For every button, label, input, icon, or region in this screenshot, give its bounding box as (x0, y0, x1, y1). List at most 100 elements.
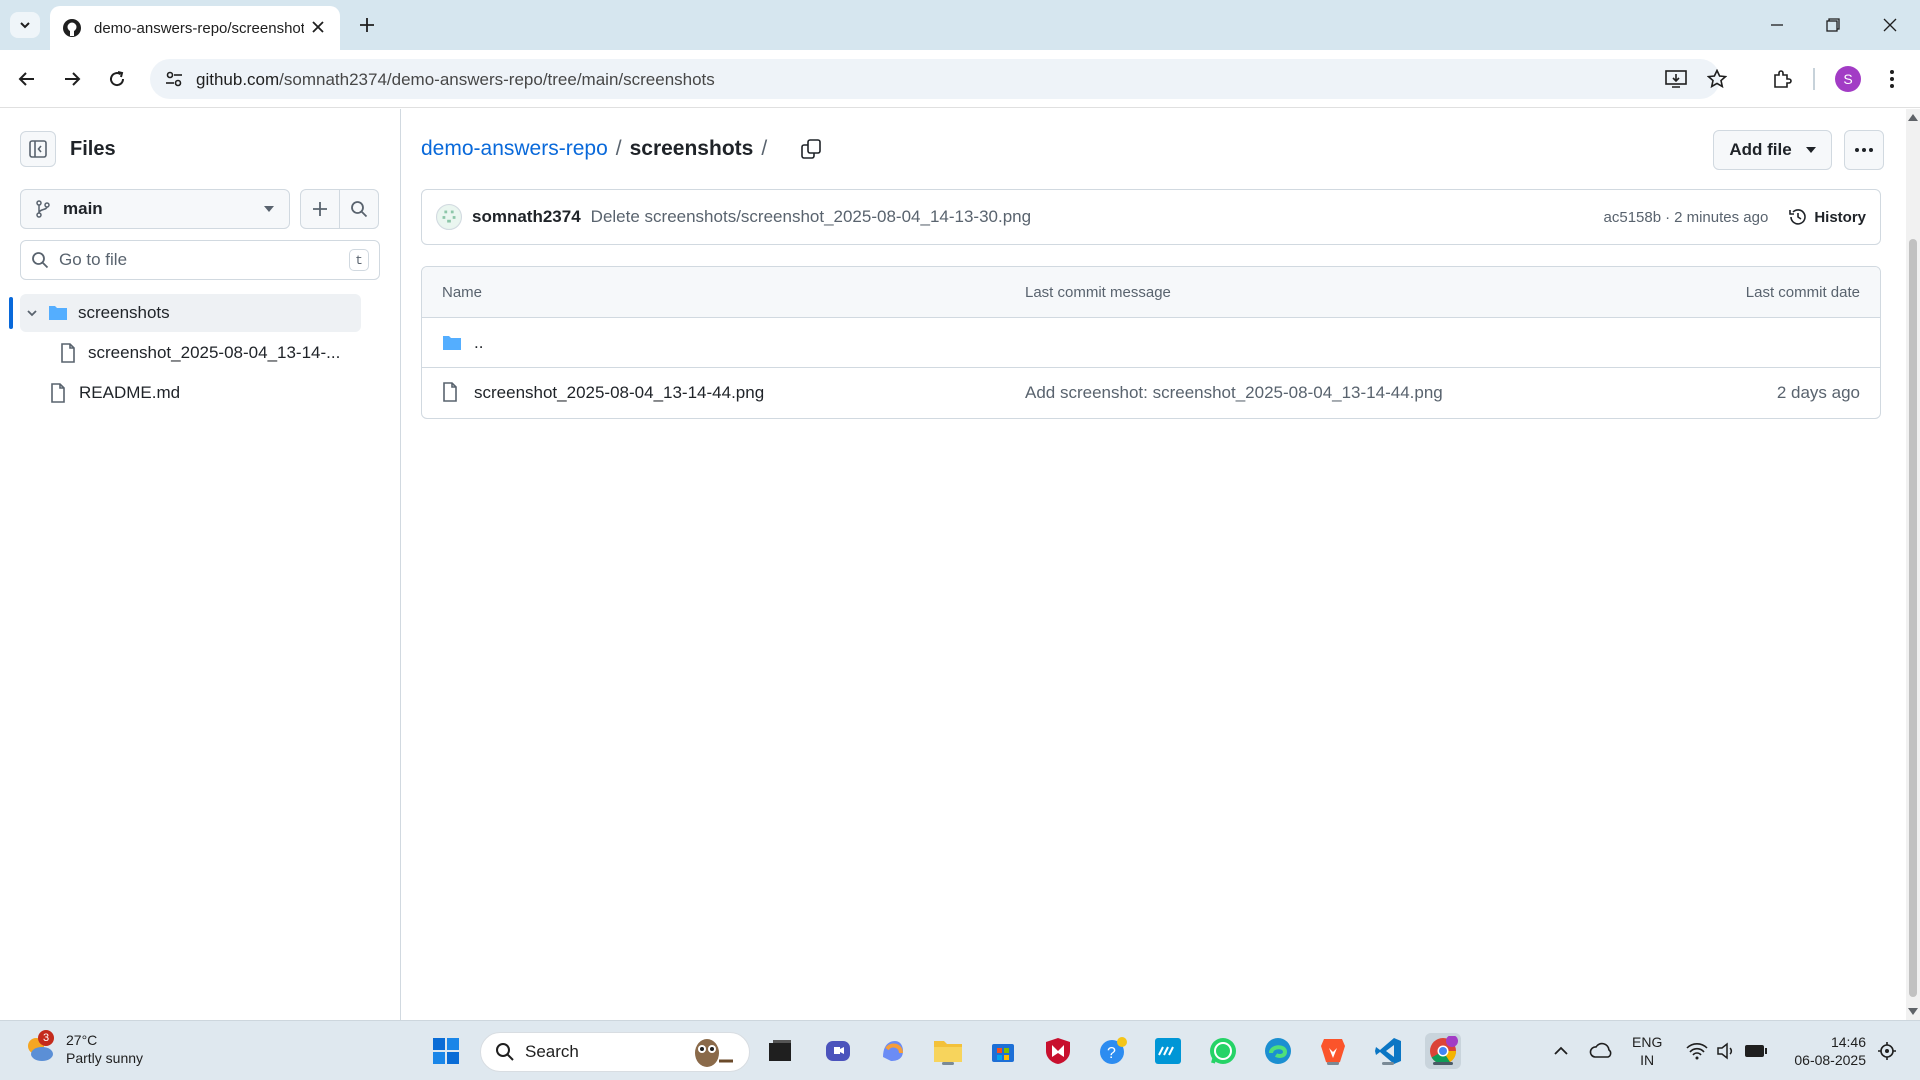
show-hidden-icons-button[interactable] (1543, 1033, 1579, 1069)
browser-toolbar: github.com/somnath2374/demo-answers-repo… (0, 50, 1920, 108)
copilot-icon[interactable] (875, 1033, 911, 1069)
file-icon (51, 383, 65, 403)
commit-message[interactable]: Delete screenshots/screenshot_2025-08-04… (591, 207, 1604, 227)
back-button[interactable] (11, 63, 43, 95)
battery-tray-icon[interactable] (1738, 1033, 1774, 1069)
add-file-sidebar-button[interactable] (300, 189, 340, 229)
vscode-icon[interactable] (1370, 1033, 1406, 1069)
file-commit-message[interactable]: Add screenshot: screenshot_2025-08-04_13… (1025, 383, 1443, 403)
breadcrumb-repo-link[interactable]: demo-answers-repo (421, 137, 608, 161)
temperature: 27°C (66, 1032, 98, 1048)
history-button[interactable]: History (1788, 207, 1866, 227)
forward-button[interactable] (56, 63, 88, 95)
restore-button[interactable] (1813, 10, 1853, 40)
file-name-link[interactable]: screenshot_2025-08-04_13-14-44.png (474, 383, 764, 403)
clock-time: 14:46 (1830, 1034, 1866, 1050)
weather-widget[interactable]: 3 27°C Partly sunny (22, 1030, 143, 1067)
bookmark-button[interactable] (1701, 63, 1733, 95)
file-explorer-icon[interactable] (930, 1033, 966, 1069)
table-row[interactable]: screenshot_2025-08-04_13-14-44.png Add s… (422, 368, 1880, 418)
url-text: github.com/somnath2374/demo-answers-repo… (196, 70, 715, 90)
tree-item-label: screenshots (78, 303, 170, 322)
breadcrumb: demo-answers-repo / screenshots / (421, 137, 821, 161)
more-options-button[interactable] (1844, 130, 1884, 170)
go-to-file-field[interactable]: t (20, 240, 380, 280)
help-app-icon[interactable]: ? (1095, 1033, 1131, 1069)
myhp-icon[interactable] (1150, 1033, 1186, 1069)
branch-selector[interactable]: main (20, 189, 290, 229)
help-icon: ? (1100, 1037, 1127, 1064)
commit-time: 2 minutes ago (1674, 208, 1769, 226)
commit-sha[interactable]: ac5158b (1604, 209, 1662, 226)
add-file-button[interactable]: Add file (1713, 130, 1832, 170)
toolbar-divider (1813, 68, 1815, 90)
active-indicator (1433, 1062, 1453, 1065)
scroll-up-icon[interactable] (1908, 113, 1918, 121)
onedrive-tray-icon[interactable] (1583, 1033, 1619, 1069)
tree-item-readme[interactable]: README.md (50, 374, 350, 412)
edge-icon[interactable] (1260, 1033, 1296, 1069)
close-icon[interactable] (310, 19, 326, 35)
notifications-button[interactable] (1869, 1033, 1905, 1069)
table-row-parent[interactable]: .. (422, 318, 1880, 368)
svg-text:?: ? (1107, 1045, 1116, 1062)
window-close-button[interactable] (1870, 10, 1910, 40)
scroll-down-icon[interactable] (1908, 1008, 1918, 1016)
taskbar-search[interactable]: Search (480, 1032, 750, 1072)
breadcrumb-separator: / (761, 137, 768, 160)
collapse-sidebar-button[interactable] (20, 131, 56, 167)
brave-icon[interactable] (1315, 1033, 1351, 1069)
folder-open-icon (49, 306, 67, 320)
address-bar[interactable]: github.com/somnath2374/demo-answers-repo… (150, 59, 1720, 99)
task-view-icon[interactable] (762, 1033, 798, 1069)
browser-menu-button[interactable] (1876, 63, 1908, 95)
notification-settings-icon (1878, 1042, 1896, 1060)
author-avatar[interactable] (436, 204, 462, 230)
reload-button[interactable] (101, 63, 133, 95)
profile-avatar[interactable]: S (1835, 66, 1861, 92)
page-scrollbar[interactable] (1906, 109, 1920, 1020)
commit-author[interactable]: somnath2374 (472, 207, 581, 227)
git-branch-icon (36, 200, 50, 218)
table-header: Name Last commit message Last commit dat… (422, 267, 1880, 318)
tab-search-button[interactable] (10, 12, 40, 38)
arrow-left-icon (18, 72, 34, 86)
copy-path-icon[interactable] (801, 139, 821, 159)
clock[interactable]: 14:46 06-08-2025 (1786, 1033, 1866, 1069)
tree-item-screenshots-folder[interactable]: screenshots (20, 294, 361, 332)
task-view-icon (769, 1040, 791, 1061)
store-icon[interactable] (985, 1033, 1021, 1069)
minimize-button[interactable] (1757, 10, 1797, 40)
start-button[interactable] (428, 1033, 464, 1069)
folder-icon (934, 1041, 962, 1062)
search-files-button[interactable] (339, 189, 379, 229)
kebab-menu-icon (1890, 70, 1894, 88)
parent-dir-link[interactable]: .. (474, 333, 483, 353)
tree-item-screenshot-file[interactable]: screenshot_2025-08-04_13-14-... (60, 334, 360, 372)
owl-doodle-icon (695, 1039, 733, 1067)
search-icon (32, 252, 49, 269)
kebab-horizontal-icon (1855, 148, 1873, 152)
minimize-icon (1771, 24, 1783, 26)
site-info-icon[interactable] (164, 69, 184, 89)
extensions-button[interactable] (1766, 63, 1798, 95)
chrome-taskbar-icon[interactable] (1425, 1033, 1461, 1069)
mcafee-icon[interactable] (1040, 1033, 1076, 1069)
video-chat-icon (826, 1041, 850, 1061)
language-indicator[interactable]: ENG IN (1632, 1033, 1662, 1069)
install-app-button[interactable] (1660, 63, 1692, 95)
url-path: /somnath2374/demo-answers-repo/tree/main… (279, 70, 715, 89)
history-icon (1789, 209, 1807, 225)
go-to-file-input[interactable] (59, 250, 349, 270)
region-code: IN (1640, 1052, 1655, 1068)
arrow-right-icon (65, 72, 81, 86)
weather-text: 27°C Partly sunny (66, 1031, 143, 1067)
running-indicator (942, 1062, 954, 1065)
whatsapp-icon[interactable] (1205, 1033, 1241, 1069)
meet-app-icon[interactable] (820, 1033, 856, 1069)
browser-tab-active[interactable]: demo-answers-repo/screenshots (50, 6, 340, 50)
browser-tab-bar: demo-answers-repo/screenshots (0, 0, 1920, 50)
chevron-down-icon[interactable] (26, 307, 38, 319)
scrollbar-thumb[interactable] (1909, 239, 1917, 997)
new-tab-button[interactable] (355, 13, 379, 37)
